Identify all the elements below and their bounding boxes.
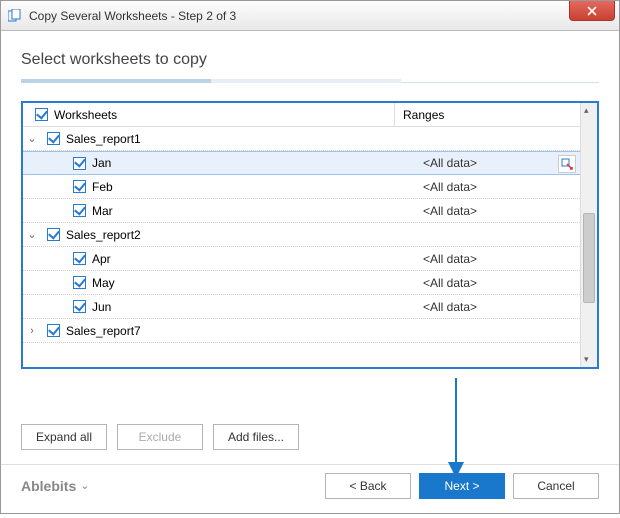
tree-row-sheet[interactable]: Jan <All data> xyxy=(23,151,580,175)
range-value: <All data> xyxy=(395,271,580,294)
tree-row-book[interactable]: › Sales_report7 xyxy=(23,319,580,343)
range-picker-icon xyxy=(561,158,573,170)
tree-row-book[interactable]: ⌄ Sales_report2 xyxy=(23,223,580,247)
brand-menu[interactable]: Ablebits ⌄ xyxy=(21,478,89,494)
tree-row-sheet[interactable]: Feb <All data> xyxy=(23,175,580,199)
book-label: Sales_report7 xyxy=(66,324,141,338)
range-value: <All data> xyxy=(395,247,580,270)
scrollbar[interactable]: ▴ ▾ xyxy=(580,103,597,367)
tree-row-book[interactable]: ⌄ Sales_report1 xyxy=(23,127,580,151)
header-worksheets[interactable]: Worksheets xyxy=(23,103,395,126)
app-icon xyxy=(7,8,23,24)
close-button[interactable] xyxy=(569,1,615,21)
sheet-label: Mar xyxy=(92,204,113,218)
action-buttons-row: Expand all Exclude Add files... xyxy=(21,424,599,450)
scroll-thumb[interactable] xyxy=(583,213,595,303)
chevron-down-icon[interactable]: ⌄ xyxy=(23,132,37,145)
expand-all-button[interactable]: Expand all xyxy=(21,424,107,450)
exclude-button[interactable]: Exclude xyxy=(117,424,203,450)
checkbox[interactable] xyxy=(47,228,60,241)
header-ranges[interactable]: Ranges xyxy=(395,108,580,122)
add-files-button[interactable]: Add files... xyxy=(213,424,299,450)
checkbox[interactable] xyxy=(73,252,86,265)
tree-row-sheet[interactable]: Mar <All data> xyxy=(23,199,580,223)
book-label: Sales_report2 xyxy=(66,228,141,242)
progress-strip xyxy=(21,79,599,83)
tree-row-sheet[interactable]: Apr <All data> xyxy=(23,247,580,271)
window-title: Copy Several Worksheets - Step 2 of 3 xyxy=(29,9,236,23)
range-value: <All data> xyxy=(395,295,580,318)
checkbox[interactable] xyxy=(73,300,86,313)
sheet-label: Jan xyxy=(92,156,111,170)
range-picker-button[interactable] xyxy=(558,155,576,173)
page-heading: Select worksheets to copy xyxy=(21,51,599,69)
brand-label: Ablebits xyxy=(21,478,76,494)
chevron-right-icon[interactable]: › xyxy=(23,325,37,337)
sheet-label: May xyxy=(92,276,115,290)
chevron-down-icon: ⌄ xyxy=(80,479,89,492)
checkbox[interactable] xyxy=(73,157,86,170)
worksheet-tree: Worksheets Ranges ⌄ Sales_report1 xyxy=(21,101,599,369)
checkbox[interactable] xyxy=(47,132,60,145)
tree-row-sheet[interactable]: Jun <All data> xyxy=(23,295,580,319)
back-button[interactable]: < Back xyxy=(325,473,411,499)
tree-row-sheet[interactable]: May <All data> xyxy=(23,271,580,295)
range-value: <All data> xyxy=(395,152,580,174)
checkbox[interactable] xyxy=(73,204,86,217)
tree-header-row: Worksheets Ranges xyxy=(23,103,580,127)
checkbox[interactable] xyxy=(47,324,60,337)
range-value: <All data> xyxy=(395,175,580,198)
next-button[interactable]: Next > xyxy=(419,473,505,499)
sheet-label: Apr xyxy=(92,252,111,266)
titlebar: Copy Several Worksheets - Step 2 of 3 xyxy=(1,1,619,31)
scroll-up-icon[interactable]: ▴ xyxy=(584,105,589,116)
header-worksheets-label: Worksheets xyxy=(54,108,117,122)
select-all-checkbox[interactable] xyxy=(35,108,48,121)
scroll-down-icon[interactable]: ▾ xyxy=(584,354,589,365)
chevron-down-icon[interactable]: ⌄ xyxy=(23,228,37,241)
header-ranges-label: Ranges xyxy=(403,108,444,122)
footer: Ablebits ⌄ < Back Next > Cancel xyxy=(1,464,619,506)
content-area: Select worksheets to copy Worksheets Ran… xyxy=(1,31,619,518)
close-icon xyxy=(587,6,597,16)
cancel-button[interactable]: Cancel xyxy=(513,473,599,499)
range-value: <All data> xyxy=(395,199,580,222)
checkbox[interactable] xyxy=(73,276,86,289)
sheet-label: Feb xyxy=(92,180,113,194)
sheet-label: Jun xyxy=(92,300,111,314)
book-label: Sales_report1 xyxy=(66,132,141,146)
checkbox[interactable] xyxy=(73,180,86,193)
